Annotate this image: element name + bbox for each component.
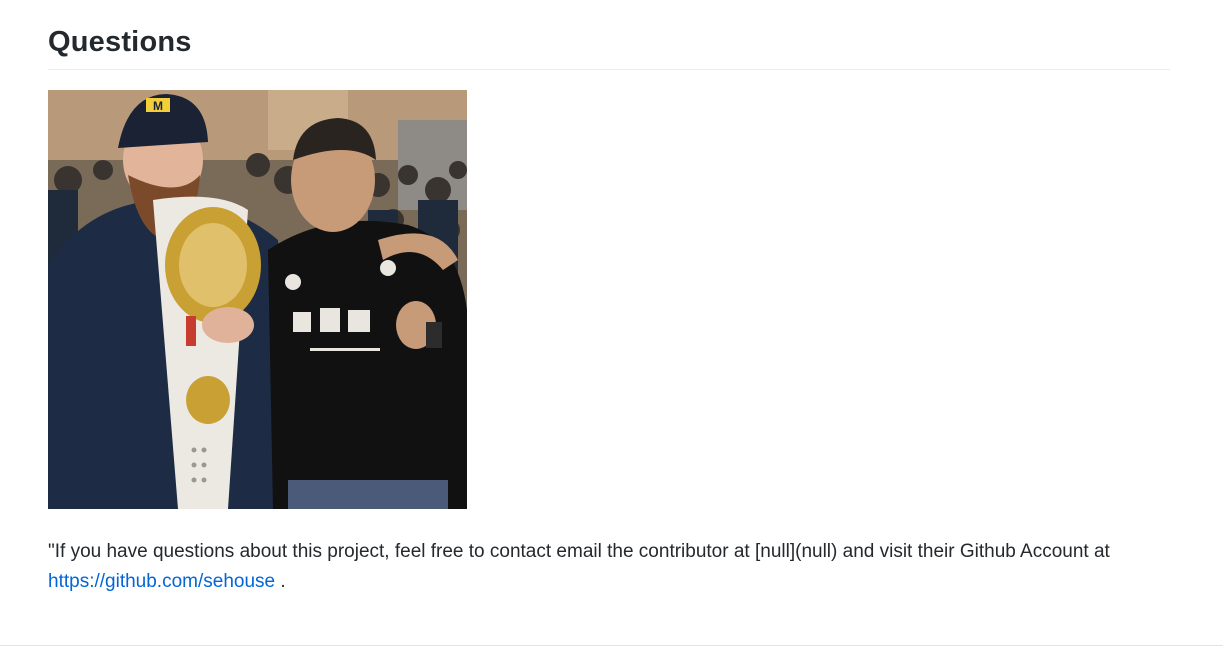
contact-message-text: "If you have questions about this projec… xyxy=(48,541,1110,562)
bottom-divider xyxy=(0,645,1223,646)
title-divider xyxy=(48,69,1170,70)
contributor-photo: M xyxy=(48,90,467,509)
contact-message: "If you have questions about this projec… xyxy=(48,537,1170,597)
contact-message-suffix: . xyxy=(275,571,286,592)
github-profile-link[interactable]: https://github.com/sehouse xyxy=(48,571,275,592)
svg-text:M: M xyxy=(153,99,163,113)
readme-content: Questions M "If you have questions about… xyxy=(48,0,1170,597)
section-title: Questions xyxy=(48,26,192,58)
